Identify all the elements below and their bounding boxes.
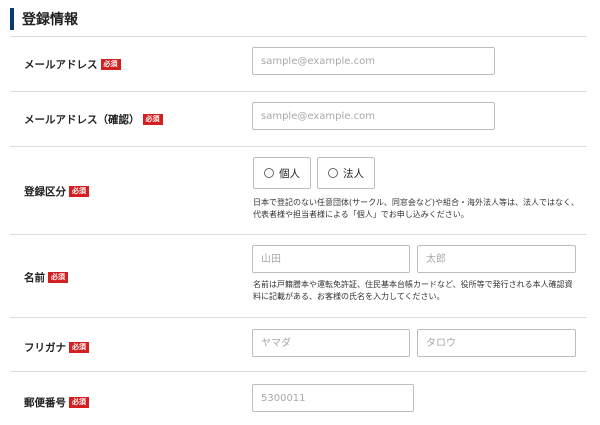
first-name-kana-input[interactable] xyxy=(417,329,576,357)
divider xyxy=(10,317,587,318)
email-confirm-label: メールアドレス（確認） xyxy=(24,114,140,126)
divider xyxy=(10,91,587,92)
email-label: メールアドレス xyxy=(24,59,98,71)
furigana-label-group: フリガナ 必須 xyxy=(24,340,89,355)
required-badge: 必須 xyxy=(142,114,163,125)
last-name-input[interactable] xyxy=(252,245,410,273)
registration-type-label: 登録区分 xyxy=(24,186,66,198)
postal-code-label: 郵便番号 xyxy=(24,397,66,409)
postal-code-label-group: 郵便番号 必須 xyxy=(24,395,89,410)
required-badge: 必須 xyxy=(69,397,89,408)
registration-type-note: 日本で登記のない任意団体(サークル、同窓会など)や組合・海外法人等は、法人ではな… xyxy=(253,198,579,219)
divider xyxy=(10,36,587,37)
required-badge: 必須 xyxy=(69,342,89,353)
email-confirm-input[interactable] xyxy=(252,102,495,130)
registration-type-label-group: 登録区分 必須 xyxy=(24,184,89,199)
radio-corporation-label: 法人 xyxy=(343,167,364,180)
radio-individual[interactable]: 個人 xyxy=(253,157,311,189)
radio-corporation[interactable]: 法人 xyxy=(317,157,375,189)
radio-circle-icon xyxy=(328,168,338,178)
divider xyxy=(10,234,587,235)
registration-form: 登録情報 メールアドレス 必須 メールアドレス（確認） 必須 登録区分 必須 個… xyxy=(0,0,600,425)
name-label-group: 名前 必須 xyxy=(24,270,68,285)
required-badge: 必須 xyxy=(69,186,89,197)
divider xyxy=(10,371,587,372)
postal-code-input[interactable] xyxy=(252,384,414,412)
required-badge: 必須 xyxy=(100,59,121,70)
email-label-group: メールアドレス 必須 xyxy=(24,57,121,72)
email-confirm-label-group: メールアドレス（確認） 必須 xyxy=(24,112,163,127)
divider xyxy=(10,146,587,147)
email-input[interactable] xyxy=(252,47,495,75)
name-label: 名前 xyxy=(24,272,45,284)
radio-circle-icon xyxy=(264,168,274,178)
section-header: 登録情報 xyxy=(10,8,78,30)
name-note: 名前は戸籍謄本や運転免許証、住民基本台帳カードなど、役所等で発行される本人確認資… xyxy=(253,280,573,301)
last-name-kana-input[interactable] xyxy=(252,329,410,357)
first-name-input[interactable] xyxy=(417,245,576,273)
required-badge: 必須 xyxy=(48,272,68,283)
radio-individual-label: 個人 xyxy=(279,167,300,180)
section-title: 登録情報 xyxy=(22,12,78,28)
furigana-label: フリガナ xyxy=(24,342,66,354)
